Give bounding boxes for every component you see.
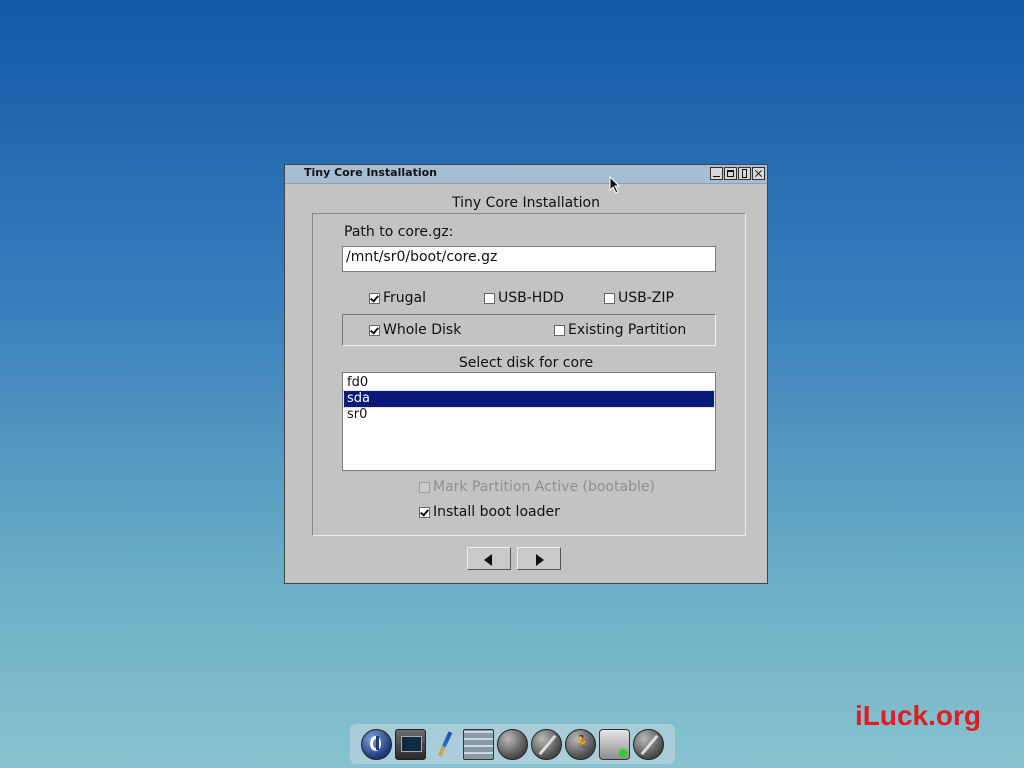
mark-active-label: Mark Partition Active (bootable) xyxy=(433,479,655,495)
dock xyxy=(350,724,675,764)
page-heading: Tiny Core Installation xyxy=(451,195,600,211)
paint-brush-icon[interactable] xyxy=(429,729,460,760)
list-item[interactable]: sr0 xyxy=(344,407,714,423)
frugal-checkbox[interactable]: Frugal xyxy=(369,290,426,306)
list-item[interactable]: fd0 xyxy=(344,375,714,391)
disk-listbox[interactable]: fd0 sda sr0 xyxy=(342,372,716,471)
disk-icon[interactable] xyxy=(599,728,630,760)
checkbox-checked-icon[interactable] xyxy=(419,506,430,518)
mark-active-checkbox: Mark Partition Active (bootable) xyxy=(419,479,655,495)
maximize-button[interactable] xyxy=(724,167,737,180)
window-title: Tiny Core Installation xyxy=(304,166,437,179)
disabled-icon[interactable] xyxy=(633,728,664,760)
checkbox-icon[interactable] xyxy=(484,292,495,304)
previous-button[interactable] xyxy=(467,547,511,570)
title-bar[interactable]: Tiny Core Installation xyxy=(285,165,767,184)
wand-icon[interactable] xyxy=(531,728,562,760)
power-icon[interactable] xyxy=(361,728,392,760)
usb-zip-label: USB-ZIP xyxy=(618,290,674,306)
right-arrow-icon xyxy=(536,554,544,566)
runner-icon[interactable] xyxy=(565,728,596,760)
watermark-text: iLuck.org xyxy=(855,700,982,731)
path-input[interactable]: /mnt/sr0/boot/core.gz xyxy=(342,246,716,272)
existing-partition-label: Existing Partition xyxy=(568,322,687,338)
list-item[interactable]: sda xyxy=(343,390,715,408)
apps-icon[interactable] xyxy=(497,728,528,760)
install-bootloader-checkbox[interactable]: Install boot loader xyxy=(419,504,560,520)
window-controls xyxy=(710,167,765,180)
checkbox-checked-icon[interactable] xyxy=(369,292,380,304)
frugal-label: Frugal xyxy=(383,290,427,306)
install-bootloader-label: Install boot loader xyxy=(433,504,560,520)
next-button[interactable] xyxy=(517,547,561,570)
usb-zip-checkbox[interactable]: USB-ZIP xyxy=(604,290,674,306)
terminal-icon[interactable] xyxy=(395,728,426,760)
usb-hdd-label: USB-HDD xyxy=(498,290,564,306)
whole-disk-label: Whole Disk xyxy=(383,322,462,338)
whole-disk-checkbox[interactable]: Whole Disk xyxy=(369,322,461,338)
checkbox-icon[interactable] xyxy=(554,324,565,336)
control-panel-icon[interactable] xyxy=(463,728,494,760)
left-arrow-icon xyxy=(484,554,492,566)
checkbox-checked-icon[interactable] xyxy=(369,324,380,336)
close-button[interactable] xyxy=(752,167,765,180)
disk-list-label: Select disk for core xyxy=(458,355,594,371)
checkbox-icon[interactable] xyxy=(604,292,615,304)
mouse-cursor-icon xyxy=(609,176,621,194)
existing-partition-checkbox[interactable]: Existing Partition xyxy=(554,322,686,338)
usb-hdd-checkbox[interactable]: USB-HDD xyxy=(484,290,564,306)
path-label: Path to core.gz: xyxy=(344,224,454,240)
shade-button[interactable] xyxy=(738,167,751,180)
checkbox-icon xyxy=(419,481,430,493)
minimize-button[interactable] xyxy=(710,167,723,180)
installer-window: Tiny Core Installation Tiny Core Install… xyxy=(284,164,768,584)
